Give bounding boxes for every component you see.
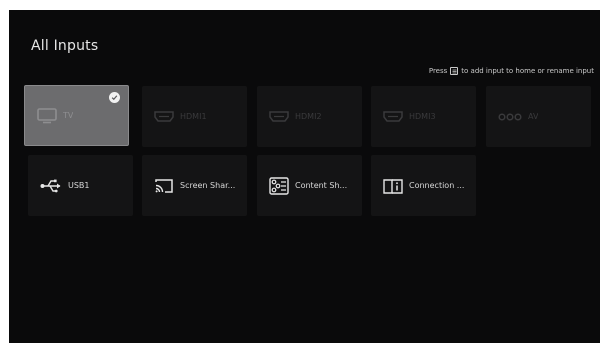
tv-icon <box>37 107 57 124</box>
input-tile-hdmi3[interactable]: HDMI3 <box>371 86 476 147</box>
content-share-icon <box>269 176 289 195</box>
input-label: Connection ... <box>409 181 465 190</box>
hint-suffix: to add input to home or rename input <box>461 67 594 75</box>
tv-screen: All Inputs Press to add input to home or… <box>9 10 600 343</box>
input-label: USB1 <box>68 181 90 190</box>
input-tile-tv[interactable]: TV <box>24 85 129 146</box>
hdmi-icon <box>269 110 289 123</box>
hdmi-icon <box>154 110 174 123</box>
menu-key-icon <box>450 67 459 75</box>
input-tile-content-share[interactable]: Content Sh... <box>257 155 362 216</box>
input-label: HDMI1 <box>180 112 207 121</box>
input-tile-screen-share[interactable]: Screen Shar... <box>142 155 247 216</box>
input-label: Content Sh... <box>295 181 348 190</box>
hint-text: Press to add input to home or rename inp… <box>429 67 594 75</box>
input-tile-hdmi2[interactable]: HDMI2 <box>257 86 362 147</box>
cast-icon <box>154 178 174 194</box>
input-tile-hdmi1[interactable]: HDMI1 <box>142 86 247 147</box>
input-tile-usb1[interactable]: USB1 <box>28 155 133 216</box>
hint-prefix: Press <box>428 67 448 75</box>
input-label: HDMI2 <box>295 112 322 121</box>
hdmi-icon <box>383 110 403 123</box>
input-label: AV <box>528 112 539 121</box>
av-icon <box>498 112 522 121</box>
checkmark-icon <box>109 92 120 103</box>
usb-icon <box>40 178 62 194</box>
connection-guide-icon <box>383 178 403 194</box>
input-tile-av[interactable]: AV <box>486 86 591 147</box>
page-title: All Inputs <box>31 38 99 54</box>
input-label: HDMI3 <box>409 112 436 121</box>
input-label: Screen Shar... <box>180 181 236 190</box>
input-label: TV <box>63 111 74 120</box>
input-tile-connection-guide[interactable]: Connection ... <box>371 155 476 216</box>
